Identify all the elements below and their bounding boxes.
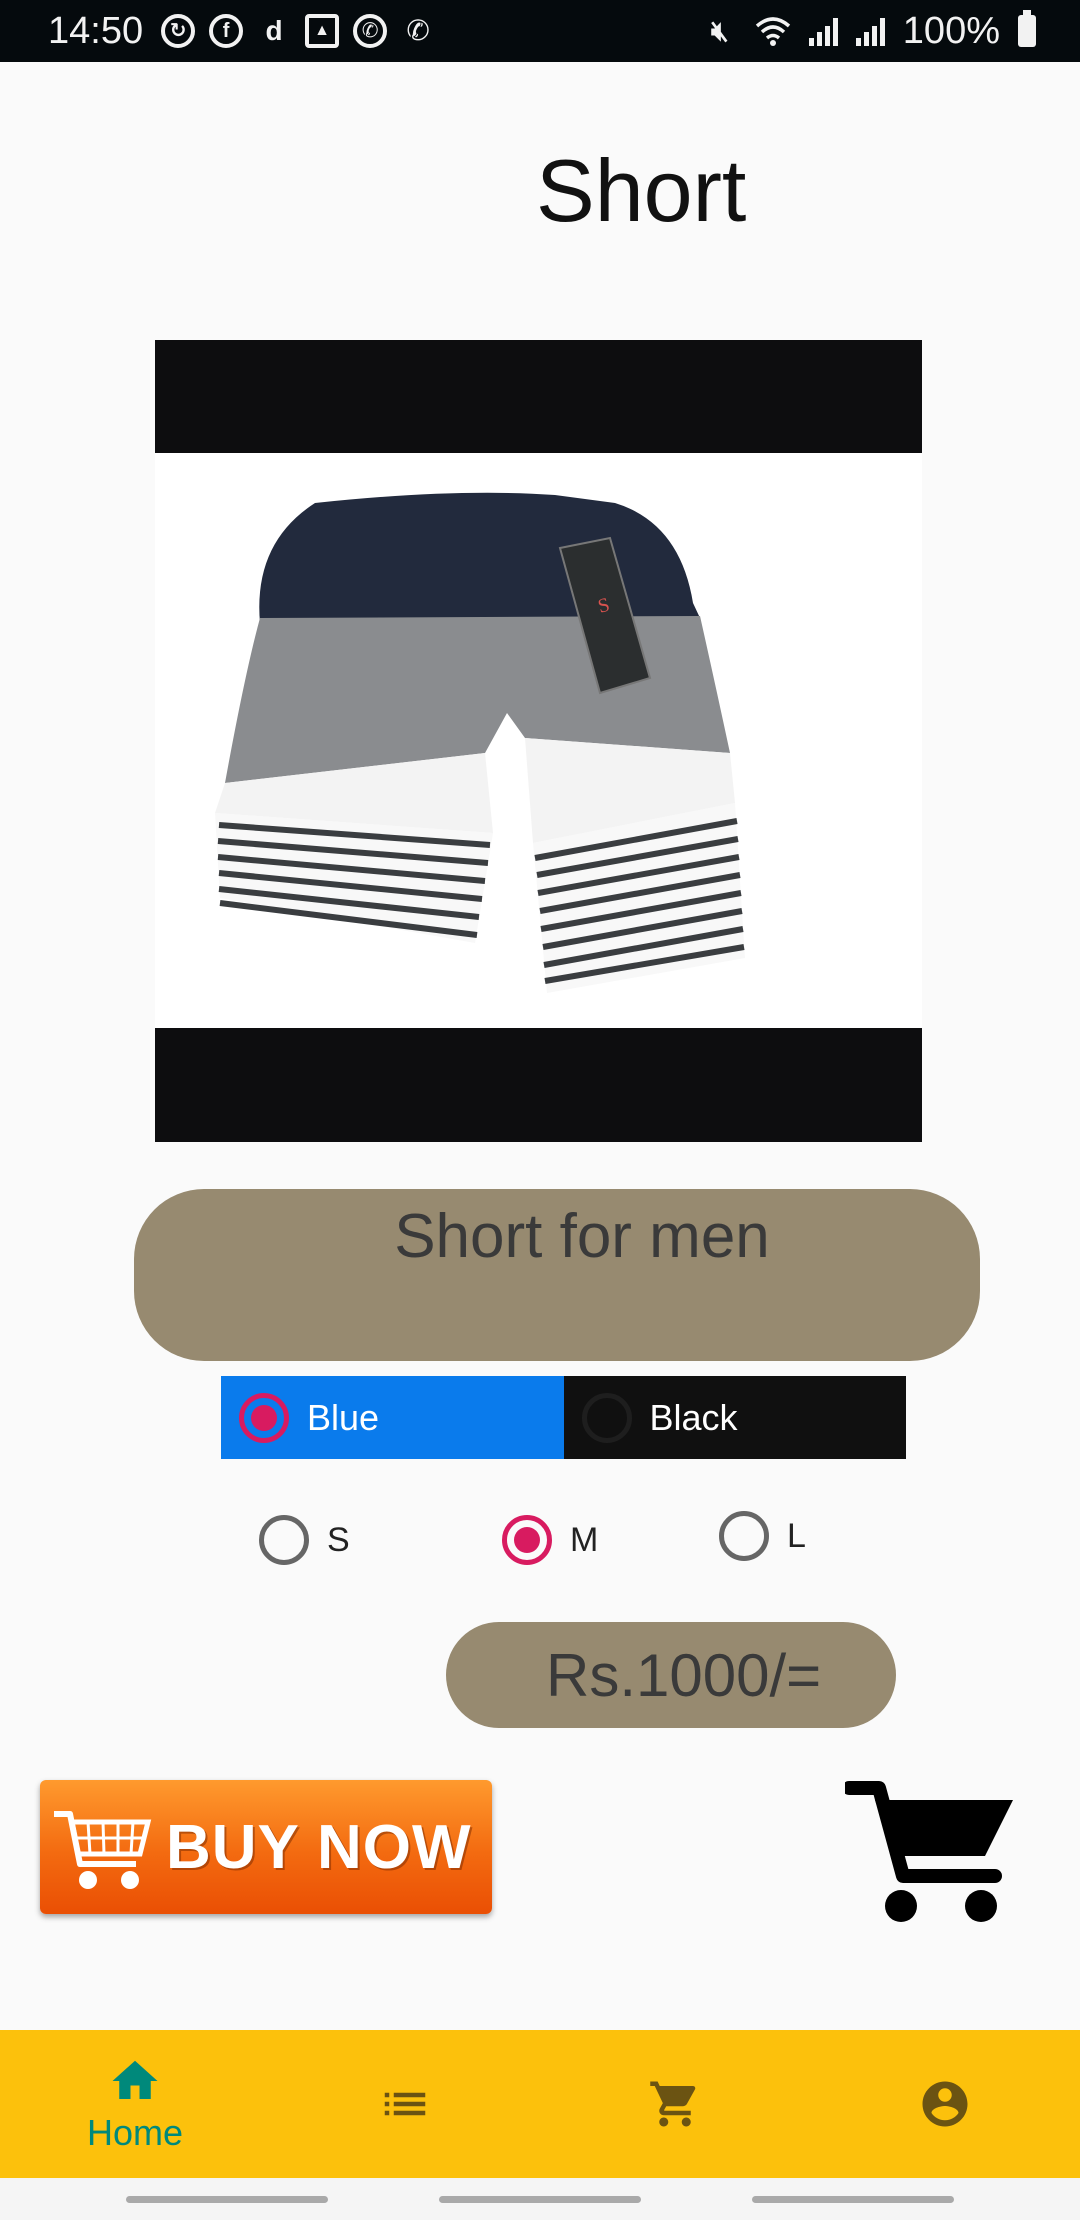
- add-to-cart-button[interactable]: [842, 1780, 1020, 1925]
- sync-icon: ↻: [161, 14, 196, 48]
- whatsapp-icon: ✆: [353, 14, 388, 48]
- size-label: L: [787, 1516, 806, 1555]
- status-bar: 14:50 ↻ f d ▲ ✆ ✆ 🔇︎ 100%: [0, 0, 1080, 62]
- wifi-icon: [755, 17, 790, 46]
- facebook-icon: f: [209, 14, 244, 48]
- list-icon: [384, 2092, 426, 2116]
- radio-unchecked-icon[interactable]: [259, 1515, 309, 1565]
- nav-label-home: Home: [86, 2112, 184, 2153]
- d-icon: d: [265, 15, 283, 46]
- shopping-cart-icon: [842, 1781, 1013, 1922]
- bottom-navigation: Home: [0, 2030, 1080, 2178]
- price-badge: Rs.1000/=: [446, 1622, 896, 1728]
- radio-checked-icon[interactable]: [239, 1392, 289, 1443]
- price-text: Rs.1000/=: [546, 1641, 822, 1709]
- cart-icon: [650, 2081, 696, 2127]
- shorts-illustration: S: [215, 492, 745, 993]
- page-title: Short: [536, 141, 747, 240]
- radio-unchecked-icon[interactable]: [581, 1392, 632, 1443]
- gesture-handle[interactable]: [752, 2195, 955, 2203]
- description-text: Short for men: [394, 1202, 770, 1271]
- color-label: Black: [649, 1396, 738, 1438]
- color-option-black[interactable]: Black: [563, 1376, 906, 1459]
- signal-icon: [855, 16, 885, 46]
- system-gesture-bar: [0, 2178, 1080, 2220]
- color-option-blue[interactable]: Blue: [221, 1376, 564, 1459]
- nav-item-list[interactable]: [270, 2030, 540, 2178]
- product-description: Short for men: [134, 1189, 980, 1361]
- buy-now-label: BUY NOW: [166, 1812, 472, 1882]
- size-label: S: [327, 1520, 350, 1559]
- signal-icon: [808, 16, 838, 46]
- nav-item-account[interactable]: [810, 2030, 1080, 2178]
- battery-icon: [1018, 10, 1036, 47]
- gesture-handle[interactable]: [438, 2195, 641, 2203]
- color-selector: Blue Black: [221, 1376, 906, 1459]
- status-right: 🔇︎ 100%: [703, 10, 1036, 53]
- radio-unchecked-icon[interactable]: [719, 1511, 769, 1561]
- nav-item-home[interactable]: Home: [0, 2030, 270, 2178]
- wifi-call-icon: ✆: [406, 15, 430, 46]
- shorts-image: S: [155, 453, 922, 1028]
- gallery-icon: ▲: [305, 14, 340, 48]
- nav-item-cart[interactable]: [540, 2030, 810, 2178]
- status-left: 14:50 ↻ f d ▲ ✆ ✆: [48, 10, 435, 53]
- radio-checked-icon[interactable]: [502, 1515, 552, 1565]
- battery-percent: 100%: [902, 9, 1000, 52]
- product-image: S: [155, 340, 922, 1142]
- buy-now-button[interactable]: BUY NOW: [40, 1780, 492, 1914]
- color-label: Blue: [307, 1396, 380, 1438]
- home-icon: [112, 2060, 158, 2099]
- mute-icon: 🔇︎: [710, 15, 729, 46]
- size-option-s[interactable]: S: [259, 1515, 350, 1565]
- size-option-m[interactable]: M: [502, 1515, 598, 1565]
- size-label: M: [570, 1520, 599, 1559]
- account-icon: [922, 2081, 968, 2127]
- gesture-handle[interactable]: [125, 2195, 328, 2203]
- cart-icon: [54, 1811, 152, 1889]
- size-option-l[interactable]: L: [719, 1511, 806, 1561]
- notification-icons: ↻ f d ▲ ✆ ✆: [161, 14, 435, 48]
- status-time: 14:50: [48, 9, 144, 52]
